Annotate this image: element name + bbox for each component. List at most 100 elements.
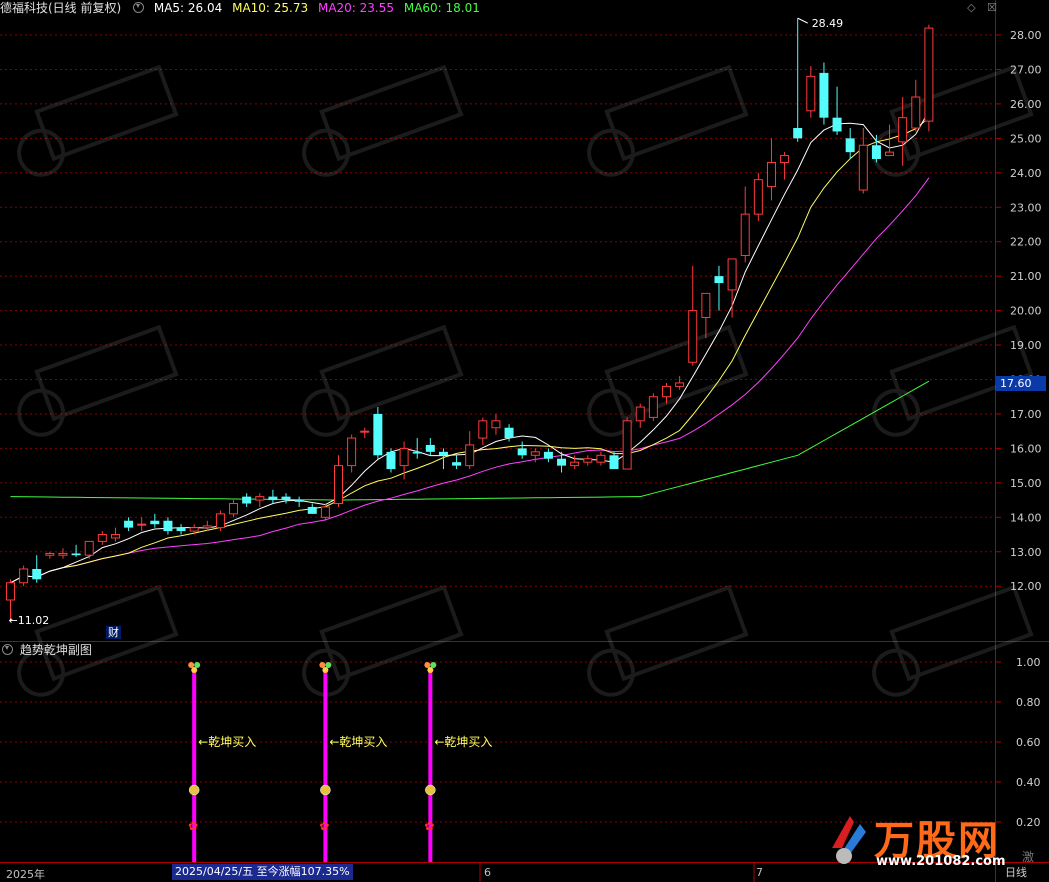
candle[interactable] [229, 500, 239, 518]
candle[interactable] [780, 152, 790, 180]
candle-body [84, 540, 94, 556]
candle[interactable] [517, 441, 527, 459]
candle[interactable] [845, 128, 855, 160]
watermark-box [34, 324, 179, 422]
high-label: 28.49 [812, 17, 844, 30]
candle[interactable] [255, 493, 265, 507]
candle[interactable] [465, 431, 475, 470]
logo-arrow-icon [832, 816, 866, 864]
price-tick-label: 13.00 [1010, 546, 1042, 559]
stock-title[interactable]: 德福科技(日线 前复权) [0, 1, 121, 15]
candle[interactable] [307, 503, 317, 514]
candle-body [281, 496, 291, 501]
candle[interactable] [766, 138, 776, 201]
candle[interactable] [110, 527, 120, 542]
candle[interactable] [491, 413, 501, 435]
dropdown-icon[interactable] [133, 2, 145, 13]
sub-tick-label: 0.40 [1016, 776, 1041, 789]
candle[interactable] [740, 186, 750, 263]
candle[interactable] [124, 517, 134, 532]
candle[interactable] [701, 292, 711, 339]
watermark-circle [587, 648, 636, 697]
candle[interactable] [97, 531, 107, 545]
candle-body [871, 145, 881, 160]
price-tick-label: 17.00 [1010, 408, 1042, 421]
candle[interactable] [71, 544, 81, 557]
candle[interactable] [137, 517, 147, 532]
candle[interactable] [924, 24, 934, 132]
ma10-line [10, 117, 930, 584]
candle[interactable] [163, 517, 173, 535]
candle[interactable] [320, 503, 330, 521]
candle[interactable] [425, 438, 435, 456]
candle[interactable] [819, 62, 829, 125]
candle[interactable] [688, 265, 698, 366]
candle[interactable] [727, 258, 737, 318]
candle[interactable] [32, 555, 42, 583]
watermark-circle [17, 388, 66, 437]
close-icon[interactable]: ☒ [987, 1, 997, 14]
signal-bar[interactable]: ✿ ←乾坤买入 [424, 662, 492, 862]
candle[interactable] [478, 417, 488, 445]
candle[interactable] [858, 128, 868, 194]
candle[interactable] [806, 66, 816, 118]
ma60-label: MA60: 18.01 [403, 1, 480, 15]
signal-bar[interactable]: ✿ ←乾坤买入 [188, 662, 256, 862]
watermark-box [319, 64, 464, 162]
candle[interactable] [294, 496, 304, 507]
site-logo: 万股网 www.201082.com [826, 808, 1026, 878]
candle-body [320, 506, 330, 518]
signal-top-icon [424, 662, 431, 668]
candle-body [438, 451, 448, 456]
diamond-icon[interactable]: ◇ [967, 1, 975, 14]
candle[interactable] [753, 172, 763, 222]
finance-marker[interactable]: 财 [106, 626, 121, 639]
candle[interactable] [281, 493, 291, 504]
watermark-box [889, 584, 1034, 682]
subchart-dropdown-icon[interactable] [2, 644, 13, 655]
candle-body [58, 552, 68, 556]
candle[interactable] [373, 407, 383, 459]
candle[interactable] [347, 434, 357, 473]
candle[interactable] [622, 417, 632, 470]
candle-body [504, 427, 514, 439]
month-6-label: 6 [484, 866, 491, 879]
ma20-line [10, 177, 930, 584]
candle-body [780, 155, 790, 163]
candle[interactable] [176, 524, 186, 535]
candle[interactable] [596, 451, 606, 466]
candle[interactable] [714, 265, 724, 311]
candle[interactable] [543, 448, 553, 463]
candle[interactable] [832, 86, 842, 135]
candle[interactable] [215, 510, 225, 532]
candle[interactable] [675, 376, 685, 390]
chart-header: 德福科技(日线 前复权) MA5: 26.04 MA10: 25.73 MA20… [0, 0, 486, 16]
candle[interactable] [58, 548, 68, 559]
subchart-title[interactable]: 趋势乾坤副图 [20, 643, 92, 657]
candle-body [701, 292, 711, 318]
watermark-mark [872, 584, 1034, 697]
watermark-circle [302, 388, 351, 437]
candle[interactable] [150, 513, 160, 528]
candle[interactable] [452, 455, 462, 470]
candle[interactable] [45, 551, 55, 559]
candle[interactable] [19, 565, 29, 587]
candle[interactable] [609, 451, 619, 470]
candle[interactable] [386, 448, 396, 473]
candle[interactable] [911, 79, 921, 132]
kline-chart: 28.00 27.00 26.00 25.00 24.00 23.00 22.00 21.00… [0, 0, 1049, 882]
candle[interactable] [583, 455, 593, 466]
watermark-box [319, 324, 464, 422]
candle[interactable] [242, 493, 252, 507]
candle[interactable] [648, 393, 658, 421]
candle[interactable] [793, 18, 803, 142]
signal-bar[interactable]: ✿ ←乾坤买入 [319, 662, 387, 862]
candle-body [242, 496, 252, 504]
high-pointer [797, 17, 808, 24]
ma5-line [10, 110, 930, 584]
candle[interactable] [268, 489, 278, 504]
candle[interactable] [334, 455, 343, 507]
candle[interactable] [635, 403, 645, 428]
candle[interactable] [84, 540, 94, 559]
candle[interactable] [360, 427, 370, 439]
